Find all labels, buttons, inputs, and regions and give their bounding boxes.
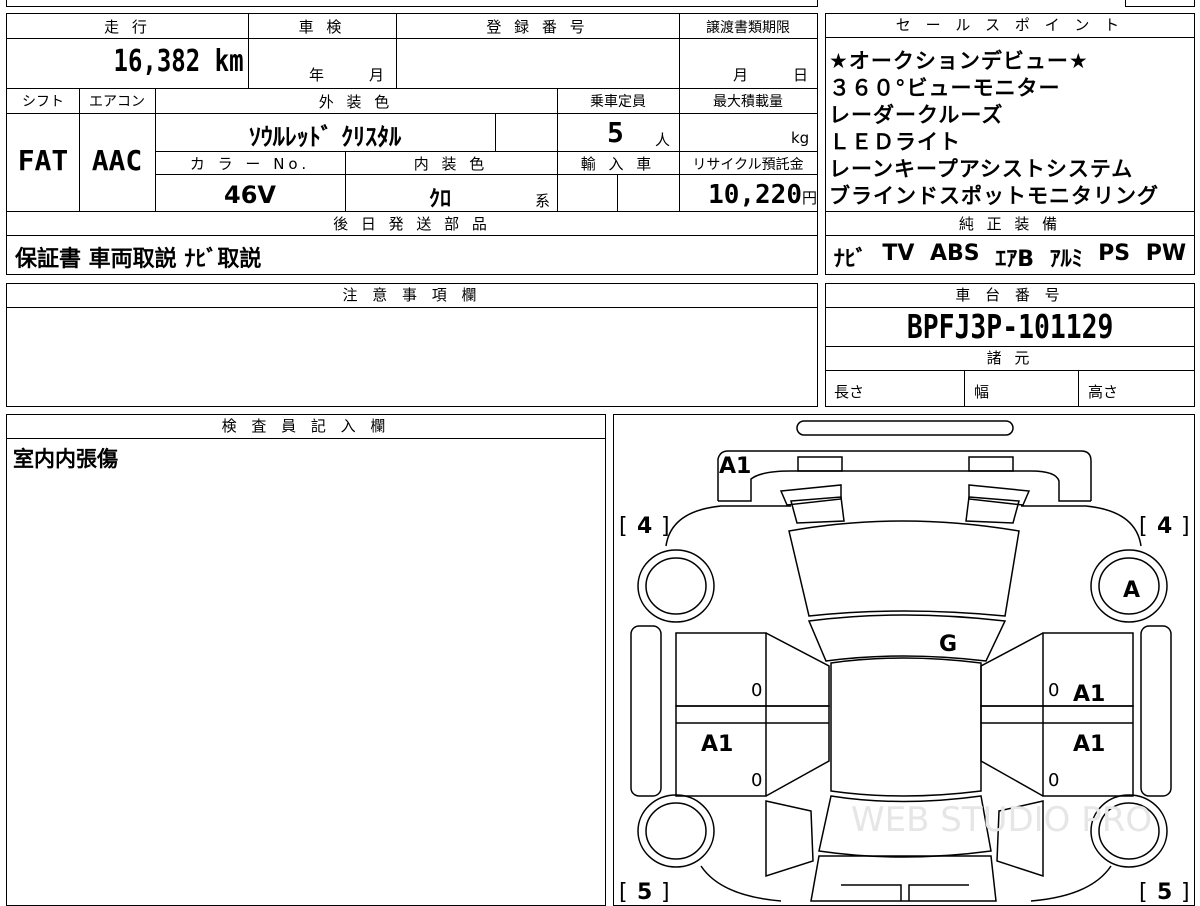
svg-text:]: ] bbox=[661, 514, 670, 539]
sales-point-item: ★オークションデビュー★ bbox=[829, 49, 1089, 73]
equipment-item: ｱﾙﾐ bbox=[1049, 247, 1083, 272]
inspector-label: 検 査 員 記 入 欄 bbox=[7, 415, 605, 439]
notes-label: 注 意 事 項 欄 bbox=[7, 284, 817, 308]
vehicle-info-table: 走 行 車 検 登 録 番 号 譲渡書類期限 16,382 km 年 月 月 日… bbox=[6, 13, 818, 275]
zero-mark-2: 0 bbox=[751, 770, 762, 791]
recycle-label: リサイクル預託金 bbox=[692, 157, 804, 173]
specs-label: 諸 元 bbox=[986, 349, 1034, 367]
inspection-year: 年 bbox=[309, 66, 325, 84]
inspector-panel: 検 査 員 記 入 欄 室内内張傷 bbox=[6, 414, 606, 906]
length-label: 長さ bbox=[834, 383, 865, 401]
svg-text:[: [ bbox=[1139, 880, 1148, 905]
sales-points-panel: セ ー ル ス ポ イ ン ト ★オークションデビュー★ ３６０°ビューモニターレ… bbox=[825, 13, 1195, 275]
sales-point-item: レーダークルーズ bbox=[829, 103, 1004, 127]
tire-rl-mark: 5 bbox=[637, 880, 652, 905]
recycle-value: 10,220円 bbox=[708, 180, 817, 210]
tire-fl-mark: 4 bbox=[637, 514, 652, 539]
equipment-item: PW bbox=[1145, 241, 1187, 266]
chassis-panel: 車 台 番 号 BPFJ3P-101129 諸 元 長さ 幅 高さ bbox=[825, 283, 1195, 407]
car-diagram: [ 4 ] [ 4 ] [ 5 ] [ 5 ] A1 G A A1 A1 A1 … bbox=[619, 420, 1190, 905]
tire-fr-mark: 4 bbox=[1157, 514, 1172, 539]
svg-text:[: [ bbox=[619, 880, 628, 905]
svg-text:]: ] bbox=[1181, 880, 1190, 905]
capacity-label: 乗車定員 bbox=[590, 94, 646, 110]
notes-panel: 注 意 事 項 欄 bbox=[6, 283, 818, 407]
damage-diagram-panel: [ 4 ] [ 4 ] [ 5 ] [ 5 ] A1 G A A1 A1 A1 … bbox=[613, 414, 1195, 906]
capacity-value: 5 bbox=[607, 116, 624, 149]
color-no-label: カ ラ ー No. bbox=[189, 155, 311, 173]
svg-text:[: [ bbox=[1139, 514, 1148, 539]
zero-mark-1: 0 bbox=[751, 680, 762, 701]
interior-label: 内 装 色 bbox=[413, 155, 489, 173]
equipment-item: TV bbox=[882, 241, 915, 266]
watermark: WEB STUDIO PRO bbox=[851, 800, 1152, 840]
tire-rr-mark: 5 bbox=[1157, 880, 1172, 905]
sales-point-item: レーンキープアシストシステム bbox=[829, 157, 1134, 181]
top-strip bbox=[6, 0, 818, 7]
sales-points-label: セ ー ル ス ポ イ ン ト bbox=[826, 14, 1194, 38]
equipment-item: ABS bbox=[930, 241, 980, 266]
capacity-unit: 人 bbox=[655, 131, 671, 149]
width-label: 幅 bbox=[974, 383, 990, 401]
equipment-label: 純 正 装 備 bbox=[958, 215, 1062, 233]
chassis-label: 車 台 番 号 bbox=[826, 284, 1194, 308]
transfer-day: 日 bbox=[793, 66, 809, 84]
equipment-item: PS bbox=[1098, 241, 1131, 266]
zero-mark-4: 0 bbox=[1048, 770, 1059, 791]
exterior-label: 外 装 色 bbox=[318, 93, 394, 111]
color-no-value: 46V bbox=[224, 181, 276, 209]
interior-value: ｸﾛ bbox=[428, 187, 451, 212]
shift-label: シフト bbox=[22, 94, 64, 110]
mileage-label: 走 行 bbox=[104, 18, 151, 36]
top-strip-right bbox=[1125, 0, 1195, 7]
ac-value: AAC bbox=[91, 144, 143, 177]
inspection-label: 車 検 bbox=[298, 18, 346, 36]
front-damage-mark: A1 bbox=[719, 454, 751, 479]
wheel-fr-mark: A bbox=[1123, 578, 1140, 603]
zero-mark-3: 0 bbox=[1048, 680, 1059, 701]
exterior-value: ｿｳﾙﾚｯﾄﾞ ｸﾘｽﾀﾙ bbox=[248, 123, 402, 151]
equipment-item: ｴｱB bbox=[995, 247, 1034, 272]
later-parts-value: 保証書 車両取説 ﾅﾋﾞ取説 bbox=[15, 247, 262, 272]
transfer-month: 月 bbox=[733, 66, 749, 84]
inspector-comment: 室内内張傷 bbox=[13, 447, 118, 471]
sales-point-item: ３６０°ビューモニター bbox=[829, 76, 1061, 100]
max-load-unit: kg bbox=[791, 129, 810, 147]
mileage-value: 16,382 km bbox=[113, 44, 244, 79]
sales-points-list: ★オークションデビュー★ ３６０°ビューモニター レーダークルーズ ＬＥＤライトレーン… bbox=[829, 48, 1159, 210]
equipment-list: ﾅﾋﾞ TV ABS ｴｱB ｱﾙﾐ PS PW bbox=[826, 241, 1194, 273]
equipment-item: ﾅﾋﾞ bbox=[833, 247, 867, 272]
door-rr-mark: A1 bbox=[1073, 732, 1105, 757]
registration-label: 登 録 番 号 bbox=[486, 18, 589, 36]
svg-text:[: [ bbox=[619, 514, 628, 539]
inspection-month: 月 bbox=[369, 66, 385, 84]
later-parts-label: 後 日 発 送 部 品 bbox=[333, 215, 491, 233]
shift-value: FAT bbox=[17, 144, 69, 177]
svg-text:]: ] bbox=[661, 880, 670, 905]
max-load-label: 最大積載量 bbox=[713, 94, 783, 110]
transfer-label: 譲渡書類期限 bbox=[706, 20, 790, 36]
door-fr-mark: A1 bbox=[1073, 682, 1105, 707]
sales-point-item: ＬＥＤライト bbox=[829, 130, 961, 154]
door-rl-mark: A1 bbox=[701, 732, 733, 757]
height-label: 高さ bbox=[1088, 383, 1119, 401]
import-label: 輸 入 車 bbox=[580, 155, 656, 173]
interior-suffix: 系 bbox=[535, 192, 551, 210]
windshield-mark: G bbox=[939, 632, 957, 657]
chassis-number: BPFJ3P-101129 bbox=[906, 307, 1114, 346]
svg-text:]: ] bbox=[1181, 514, 1190, 539]
sales-point-item: ブラインドスポットモニタリング bbox=[829, 184, 1159, 208]
ac-label: エアコン bbox=[89, 94, 145, 110]
